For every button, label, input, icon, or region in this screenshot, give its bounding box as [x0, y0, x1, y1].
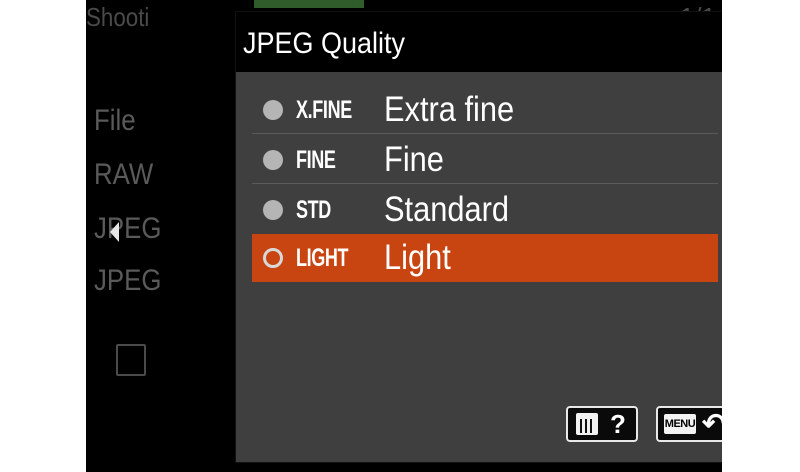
- option-label: Extra fine: [384, 90, 515, 129]
- option-badge: X.FINE: [296, 96, 352, 124]
- background-item-jpeg-2: JPEG: [94, 264, 162, 297]
- option-badge: FINE: [296, 146, 336, 174]
- option-badge: STD: [296, 196, 331, 224]
- back-arrow-icon: ↶: [702, 408, 722, 439]
- option-divider: [252, 183, 718, 184]
- radio-unselected-icon: [263, 100, 283, 120]
- dialog-header: JPEG Quality: [236, 12, 722, 72]
- option-light[interactable]: LIGHT Light: [252, 234, 718, 282]
- option-label: Standard: [384, 190, 510, 229]
- option-extra-fine[interactable]: X.FINE Extra fine: [252, 86, 718, 134]
- option-label: Fine: [384, 140, 444, 179]
- question-mark-icon: ?: [610, 409, 626, 439]
- background-item-raw: RAW: [94, 158, 154, 191]
- jpeg-quality-dialog: JPEG Quality X.FINE Extra fine FINE Fine…: [236, 12, 722, 462]
- option-standard[interactable]: STD Standard: [252, 186, 718, 234]
- camera-screen: Shooti 1/1 File RAW JPEG JPEG NU ↶ JPEG …: [86, 0, 722, 472]
- radio-unselected-icon: [263, 200, 283, 220]
- radio-unselected-icon: [263, 150, 283, 170]
- radio-selected-icon: [263, 248, 283, 268]
- option-label: Light: [384, 238, 451, 277]
- option-divider: [252, 133, 718, 134]
- help-button[interactable]: ?: [566, 406, 638, 442]
- background-tab-indicator: [254, 0, 364, 8]
- option-fine[interactable]: FINE Fine: [252, 136, 718, 184]
- dialog-title: JPEG Quality: [243, 27, 406, 60]
- menu-label: MENU: [664, 414, 696, 434]
- menu-back-button[interactable]: MENU ↶: [656, 406, 722, 442]
- background-item-jpeg-1: JPEG: [94, 212, 162, 245]
- image-settings-icon: [116, 344, 146, 376]
- background-menu-title: Shooti: [86, 2, 150, 32]
- option-badge: LIGHT: [296, 244, 349, 272]
- background-item-file: File: [94, 104, 136, 137]
- chevron-left-icon[interactable]: [110, 222, 119, 242]
- trash-icon: [576, 413, 598, 435]
